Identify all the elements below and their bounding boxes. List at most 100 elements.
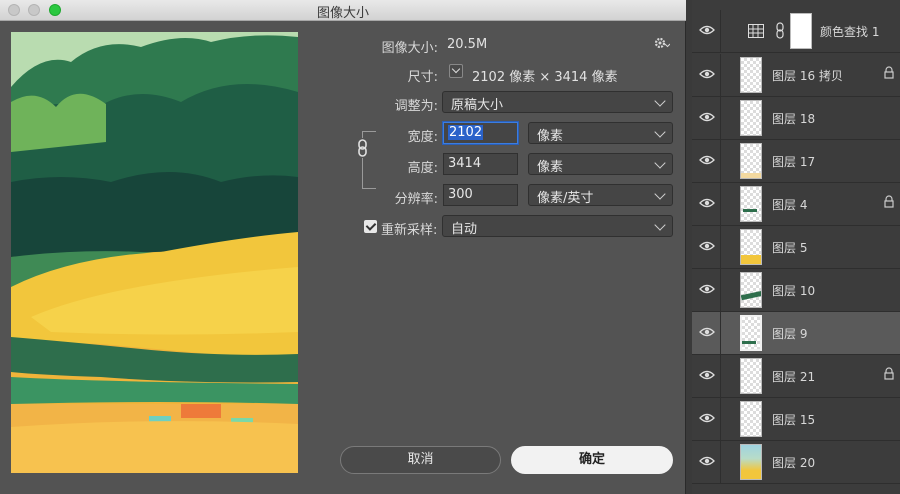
- layer-name: 图层 21: [772, 370, 816, 384]
- resolution-label: 分辨率:: [394, 192, 438, 207]
- width-label: 宽度:: [407, 130, 438, 145]
- width-input[interactable]: 2102: [443, 122, 518, 144]
- chevron-down-icon: [654, 95, 666, 107]
- layers-panel: 颜色查找 1 图层 16 拷贝 图层 18 图层 17 图层 4 图层 5 图层…: [692, 0, 900, 494]
- mask-link-icon[interactable]: [776, 22, 784, 40]
- layer-separator: [720, 97, 721, 140]
- layer-separator: [720, 398, 721, 441]
- layer-row[interactable]: 图层 5: [692, 226, 900, 269]
- fit-to-select[interactable]: 原稿大小: [442, 91, 673, 113]
- layer-name: 图层 18: [772, 112, 816, 126]
- dimensions-label: 尺寸:: [407, 70, 438, 85]
- layer-thumbnail[interactable]: [740, 272, 762, 308]
- eye-icon[interactable]: [699, 283, 715, 295]
- layer-name: 图层 16 拷贝: [772, 69, 843, 83]
- eye-icon[interactable]: [699, 240, 715, 252]
- lock-icon: [884, 367, 894, 380]
- layer-thumbnail[interactable]: [740, 315, 762, 351]
- resample-checkbox[interactable]: [364, 220, 377, 233]
- height-input-value: 3414: [448, 156, 482, 171]
- layer-name: 图层 9: [772, 327, 808, 341]
- layer-separator: [720, 355, 721, 398]
- resolution-unit-select[interactable]: 像素/英寸: [528, 184, 673, 206]
- layer-row[interactable]: 图层 20: [692, 441, 900, 484]
- layer-name: 图层 17: [772, 155, 816, 169]
- ok-button[interactable]: 确定: [511, 446, 673, 474]
- eye-icon[interactable]: [699, 197, 715, 209]
- lock-icon: [884, 195, 894, 208]
- layer-thumbnail[interactable]: [740, 358, 762, 394]
- chevron-down-icon: [654, 188, 666, 200]
- layer-separator: [720, 10, 721, 53]
- layer-row[interactable]: 图层 16 拷贝: [692, 54, 900, 97]
- layer-separator: [720, 54, 721, 97]
- layer-separator: [720, 140, 721, 183]
- dialog-titlebar: 图像大小: [0, 0, 686, 21]
- eye-icon[interactable]: [699, 111, 715, 123]
- dimensions-value: 2102 像素 × 3414 像素: [472, 70, 618, 85]
- layer-name: 图层 5: [772, 241, 808, 255]
- chevron-down-icon: [654, 219, 666, 231]
- resample-select[interactable]: 自动: [442, 215, 673, 237]
- layer-row[interactable]: 图层 15: [692, 398, 900, 441]
- eye-icon[interactable]: [699, 369, 715, 381]
- layer-thumbnail[interactable]: [740, 186, 762, 222]
- dialog-title: 图像大小: [316, 6, 369, 21]
- image-size-value: 20.5M: [447, 37, 488, 52]
- layer-name: 图层 20: [772, 456, 816, 470]
- height-unit-value: 像素: [537, 160, 564, 175]
- layer-thumbnail[interactable]: [740, 444, 762, 480]
- width-unit-value: 像素: [537, 129, 564, 144]
- layer-row-selected[interactable]: 图层 9: [692, 312, 900, 355]
- chevron-down-icon: [654, 157, 666, 169]
- height-input[interactable]: 3414: [443, 153, 518, 175]
- width-input-value: 2102: [448, 125, 484, 140]
- resolution-unit-value: 像素/英寸: [537, 191, 594, 206]
- layer-row[interactable]: 图层 21: [692, 355, 900, 398]
- layer-separator: [720, 269, 721, 312]
- eye-icon[interactable]: [699, 455, 715, 467]
- layer-thumbnail[interactable]: [740, 229, 762, 265]
- layer-row[interactable]: 图层 4: [692, 183, 900, 226]
- eye-icon[interactable]: [699, 24, 715, 36]
- layer-thumbnail[interactable]: [740, 143, 762, 179]
- layer-separator: [720, 183, 721, 226]
- resolution-input[interactable]: 300: [443, 184, 518, 206]
- eye-icon[interactable]: [699, 68, 715, 80]
- height-unit-select[interactable]: 像素: [528, 153, 673, 175]
- resolution-input-value: 300: [448, 187, 473, 202]
- dimensions-unit-dropdown[interactable]: [449, 64, 463, 78]
- layer-thumbnail[interactable]: [740, 100, 762, 136]
- layer-row[interactable]: 颜色查找 1: [692, 10, 900, 53]
- layer-separator: [720, 226, 721, 269]
- preview-artwork: [11, 32, 298, 473]
- width-unit-select[interactable]: 像素: [528, 122, 673, 144]
- layer-name: 图层 10: [772, 284, 816, 298]
- cancel-button[interactable]: 取消: [340, 446, 501, 474]
- layer-mask-thumbnail[interactable]: [790, 13, 812, 49]
- fit-to-value: 原稿大小: [451, 98, 504, 113]
- image-size-dialog: 图像大小 图像大小: 20.5M 尺寸: 2102 像素 × 3414 像素 调…: [0, 0, 686, 494]
- layer-row[interactable]: 图层 17: [692, 140, 900, 183]
- image-preview[interactable]: [11, 32, 298, 473]
- grid-adjustment-icon: [748, 24, 764, 38]
- layer-name: 图层 4: [772, 198, 808, 212]
- eye-icon[interactable]: [699, 326, 715, 338]
- lock-icon: [884, 66, 894, 79]
- settings-gear-icon[interactable]: [654, 37, 670, 49]
- layer-separator: [720, 312, 721, 355]
- layer-thumbnail[interactable]: [740, 401, 762, 437]
- resample-label: 重新采样:: [381, 223, 438, 238]
- image-size-label: 图像大小:: [381, 41, 438, 56]
- layer-row[interactable]: 图层 10: [692, 269, 900, 312]
- layer-row[interactable]: 图层 18: [692, 97, 900, 140]
- chevron-down-icon: [654, 126, 666, 138]
- layer-name: 颜色查找 1: [820, 25, 880, 39]
- height-label: 高度:: [407, 161, 438, 176]
- eye-icon[interactable]: [699, 154, 715, 166]
- eye-icon[interactable]: [699, 412, 715, 424]
- layer-name: 图层 15: [772, 413, 816, 427]
- resample-value: 自动: [451, 222, 478, 237]
- layer-separator: [720, 441, 721, 484]
- layer-thumbnail[interactable]: [740, 57, 762, 93]
